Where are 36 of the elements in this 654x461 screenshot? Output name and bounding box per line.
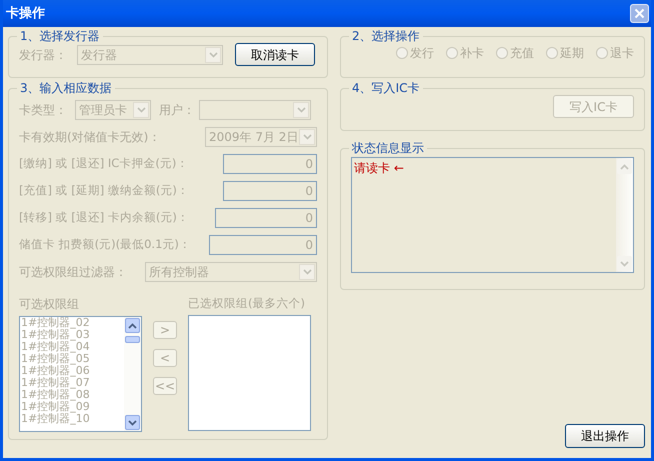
group-title: 1、选择发行器 [19, 29, 101, 43]
list-label: 可选权限组 [19, 296, 80, 313]
chevron-down-icon [302, 134, 312, 140]
field-label: [缴纳] 或 [退还] IC卡押金(元)： [19, 155, 188, 172]
radio-label: 补卡 [460, 45, 484, 62]
radio-label: 延期 [560, 45, 584, 62]
chevron-down-icon [620, 260, 629, 266]
chevron-down-icon [128, 420, 137, 426]
chevron-up-icon [128, 322, 137, 328]
field-label: 可选权限组过滤器： [19, 264, 127, 281]
field-label: 卡类型： [19, 102, 68, 119]
field-label: 发行器： [19, 46, 68, 64]
chevron-down-icon [296, 107, 306, 113]
chevron-down-icon [208, 52, 218, 58]
close-button[interactable] [630, 4, 649, 23]
field-label: [充值] 或 [延期] 缴纳金额(元)： [19, 182, 189, 200]
field-label: [转移] 或 [退还] 卡内余额(元)： [19, 209, 189, 226]
group-title: 2、选择操作 [351, 29, 421, 43]
chevron-down-icon [136, 107, 146, 113]
field-label: 卡有效期(对储值卡无效)： [19, 129, 160, 146]
group-title: 3、输入相应数据 [19, 81, 113, 95]
field-label: 用户： [159, 102, 196, 119]
close-icon [634, 8, 645, 19]
chevron-down-icon [302, 269, 312, 275]
radio-label: 发行 [410, 45, 434, 62]
group-title: 状态信息显示 [351, 141, 425, 155]
status-message: 请读卡 ← [353, 160, 405, 177]
group-title: 4、写入IC卡 [351, 81, 421, 95]
field-label: 储值卡 扣费额(元)(最低0.1元)： [19, 236, 191, 254]
radio-label: 退卡 [610, 45, 634, 62]
chevron-up-icon [620, 164, 629, 170]
list-label: 已选权限组(最多六个) [188, 295, 306, 312]
button[interactable]: 退出操作 [565, 424, 645, 448]
radio-label: 充值 [510, 45, 534, 62]
window-title: 卡操作 [6, 4, 45, 23]
button[interactable]: 取消读卡 [235, 43, 315, 66]
